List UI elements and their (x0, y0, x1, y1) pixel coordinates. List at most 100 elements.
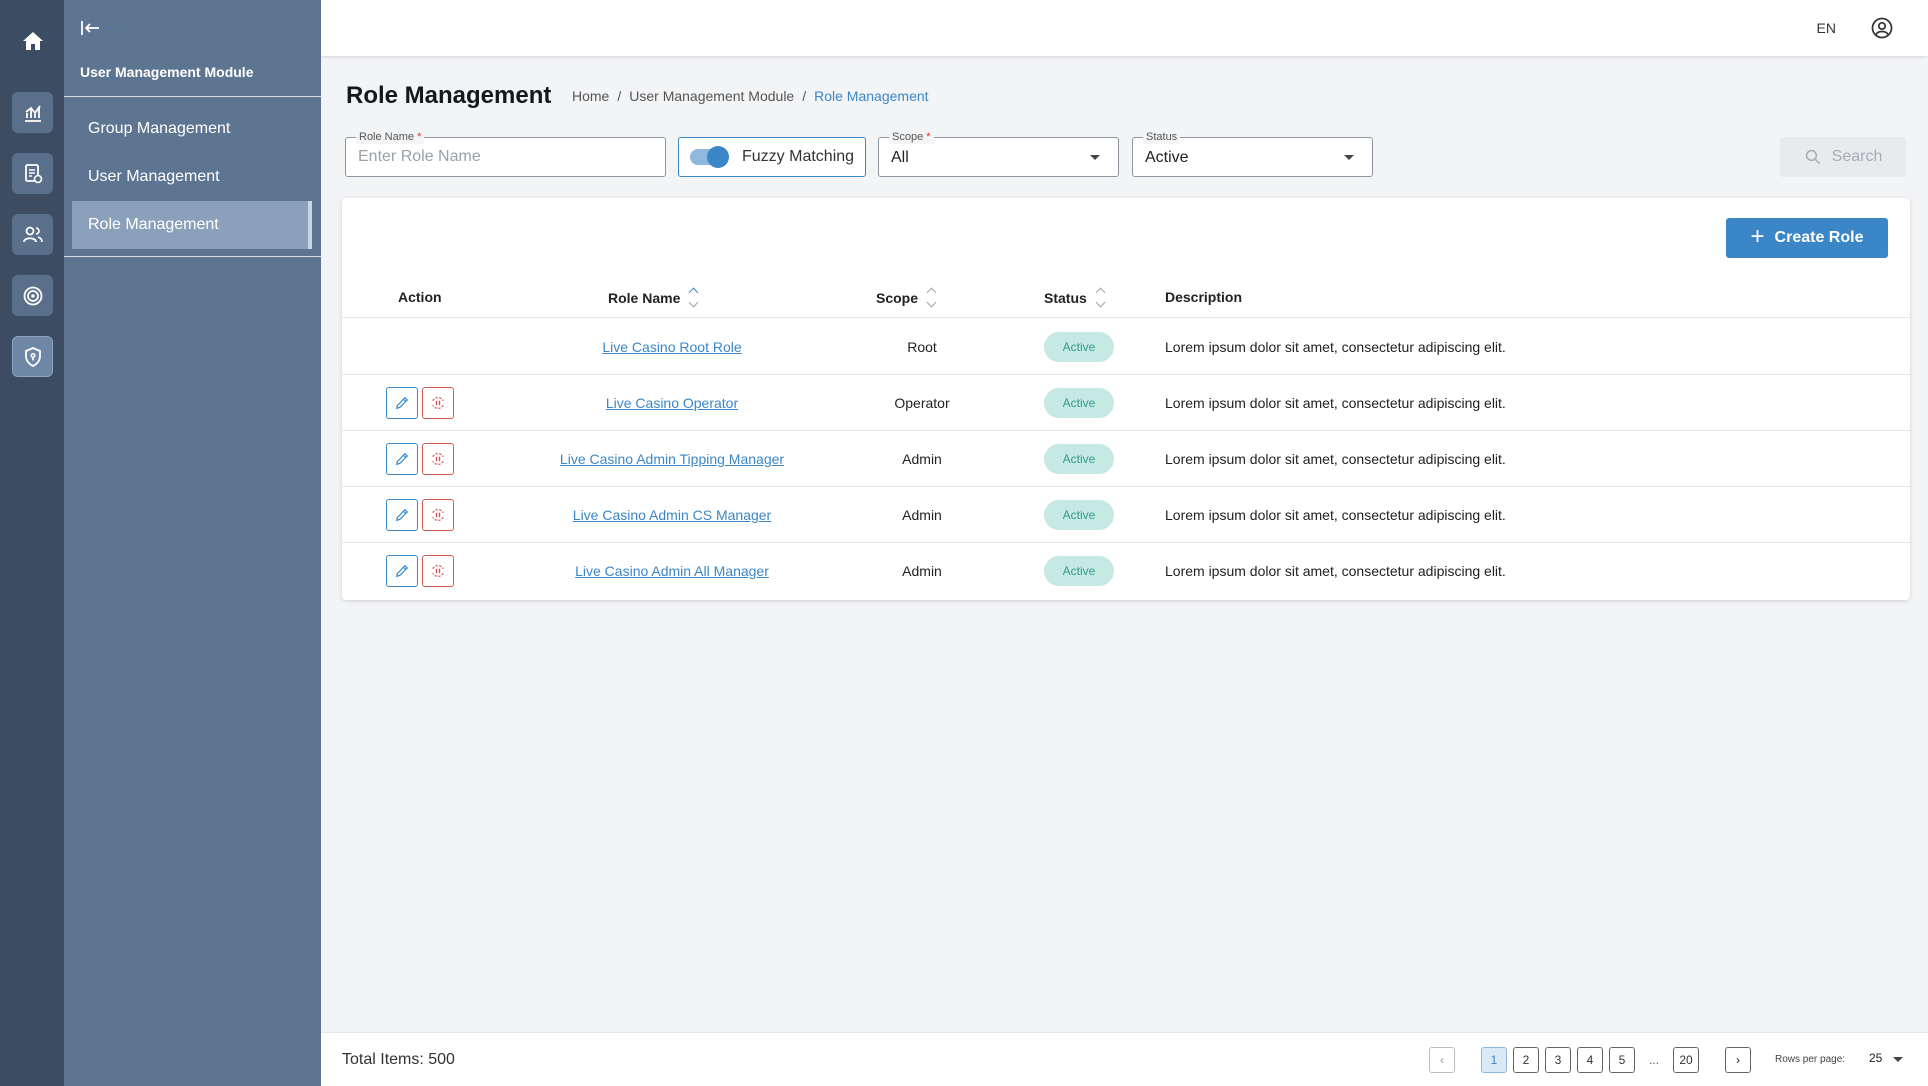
rail-users-button[interactable] (12, 214, 53, 255)
status-badge: Active (1044, 388, 1114, 418)
page-ellipsis: ... (1648, 1053, 1659, 1067)
role-name-link[interactable]: Live Casino Operator (606, 395, 738, 411)
account-icon (1871, 17, 1893, 39)
home-icon (22, 31, 43, 50)
edit-button[interactable] (386, 387, 418, 419)
table-row: Live Casino Admin All Manager Admin Acti… (342, 543, 1910, 599)
column-scope[interactable]: Scope (876, 287, 937, 308)
role-description: Lorem ipsum dolor sit amet, consectetur … (1165, 395, 1506, 411)
page-button[interactable]: 1 (1481, 1047, 1507, 1073)
rail-dashboard-button[interactable] (12, 92, 53, 133)
edit-button[interactable] (386, 499, 418, 531)
role-description: Lorem ipsum dolor sit amet, consectetur … (1165, 563, 1506, 579)
plus-icon: + (1750, 223, 1765, 250)
rail-security-button[interactable] (12, 336, 53, 377)
chevron-left-icon: ‹ (1440, 1053, 1444, 1067)
column-role-name[interactable]: Role Name (608, 287, 699, 308)
language-selector[interactable]: EN (1817, 20, 1836, 36)
page-button[interactable]: 5 (1609, 1047, 1635, 1073)
status-label: Status (1143, 130, 1181, 144)
edit-button[interactable] (386, 443, 418, 475)
sidebar-item-role-management[interactable]: Role Management (72, 201, 312, 249)
breadcrumb-module[interactable]: User Management Module (629, 88, 794, 104)
row-actions (386, 543, 466, 599)
account-button[interactable] (1870, 16, 1894, 40)
scope-select[interactable]: Scope * All (878, 130, 1119, 177)
table-row: Live Casino Admin CS Manager Admin Activ… (342, 487, 1910, 543)
chevron-down-icon (1090, 155, 1100, 160)
home-button[interactable] (12, 20, 53, 61)
create-role-button[interactable]: + Create Role (1726, 218, 1888, 258)
roles-card: + Create Role Action Role Name Scope Sta… (342, 198, 1910, 600)
rows-per-page-label: Rows per page: (1775, 1054, 1846, 1065)
icon-rail (0, 0, 64, 1086)
role-description: Lorem ipsum dolor sit amet, consectetur … (1165, 451, 1506, 467)
target-icon (23, 286, 42, 305)
sidebar-item-group-management[interactable]: Group Management (72, 105, 312, 153)
status-badge: Active (1044, 332, 1114, 362)
deactivate-button[interactable] (422, 499, 454, 531)
deactivate-icon (432, 565, 444, 577)
row-actions (386, 375, 466, 431)
page-button[interactable]: 4 (1577, 1047, 1603, 1073)
search-button[interactable]: Search (1780, 137, 1906, 177)
deactivate-icon (432, 397, 444, 409)
status-badge: Active (1044, 556, 1114, 586)
prev-page-button[interactable]: ‹ (1429, 1047, 1455, 1073)
role-scope: Admin (902, 451, 942, 467)
collapse-sidebar-button[interactable] (78, 16, 104, 40)
breadcrumb-current: Role Management (814, 88, 929, 104)
create-role-label: Create Role (1774, 229, 1864, 246)
role-name-link[interactable]: Live Casino Admin Tipping Manager (560, 451, 784, 467)
table-header: Action Role Name Scope Status Descriptio… (342, 276, 1910, 318)
rows-per-page-select[interactable]: 25 (1869, 1051, 1882, 1065)
role-name-link[interactable]: Live Casino Admin CS Manager (573, 507, 771, 523)
sidebar-item-user-management[interactable]: User Management (72, 153, 312, 201)
sort-icon[interactable] (688, 287, 699, 308)
breadcrumb-separator: / (617, 88, 622, 104)
chevron-down-icon[interactable] (1893, 1057, 1903, 1062)
page-button[interactable]: 2 (1513, 1047, 1539, 1073)
page-button[interactable]: 3 (1545, 1047, 1571, 1073)
role-scope: Admin (902, 507, 942, 523)
sort-icon[interactable] (926, 287, 937, 308)
chevron-down-icon (1344, 155, 1354, 160)
table-row: Live Casino Root Role Root Active Lorem … (342, 319, 1910, 375)
role-name-label: Role Name * (356, 130, 425, 144)
status-badge: Active (1044, 444, 1114, 474)
next-page-button[interactable]: › (1725, 1047, 1751, 1073)
role-name-field: Role Name * (345, 130, 666, 177)
toggle-switch[interactable] (690, 146, 729, 168)
table-row: Live Casino Operator Operator Active Lor… (342, 375, 1910, 431)
page-button[interactable]: 20 (1673, 1047, 1699, 1073)
page-title: Role Management (346, 82, 552, 109)
sort-icon[interactable] (1095, 287, 1106, 308)
rail-target-button[interactable] (12, 275, 53, 316)
role-name-link[interactable]: Live Casino Admin All Manager (575, 563, 769, 579)
deactivate-button[interactable] (422, 387, 454, 419)
shield-icon (24, 346, 41, 367)
scope-label: Scope * (889, 130, 934, 144)
deactivate-icon (432, 509, 444, 521)
sidebar: User Management Module Group Management … (64, 0, 321, 1086)
pencil-icon (395, 564, 409, 578)
edit-button[interactable] (386, 555, 418, 587)
deactivate-button[interactable] (422, 443, 454, 475)
status-select[interactable]: Status Active (1132, 130, 1373, 177)
chart-icon (24, 104, 41, 122)
breadcrumb-home[interactable]: Home (572, 88, 609, 104)
breadcrumb: Home / User Management Module / Role Man… (572, 88, 929, 104)
column-action: Action (398, 289, 442, 305)
breadcrumb-separator: / (802, 88, 807, 104)
rail-report-button[interactable] (12, 153, 53, 194)
search-label: Search (1831, 148, 1883, 165)
deactivate-button[interactable] (422, 555, 454, 587)
top-bar: EN (321, 0, 1928, 56)
fuzzy-matching-toggle[interactable]: Fuzzy Matching (678, 137, 866, 177)
role-scope: Operator (894, 395, 950, 411)
role-name-link[interactable]: Live Casino Root Role (602, 339, 741, 355)
column-status[interactable]: Status (1044, 287, 1106, 308)
table-row: Live Casino Admin Tipping Manager Admin … (342, 431, 1910, 487)
row-actions (386, 431, 466, 487)
pagination-footer: Total Items: 500 ‹ 1 2 3 4 5 ... 20 › Ro… (321, 1032, 1928, 1086)
